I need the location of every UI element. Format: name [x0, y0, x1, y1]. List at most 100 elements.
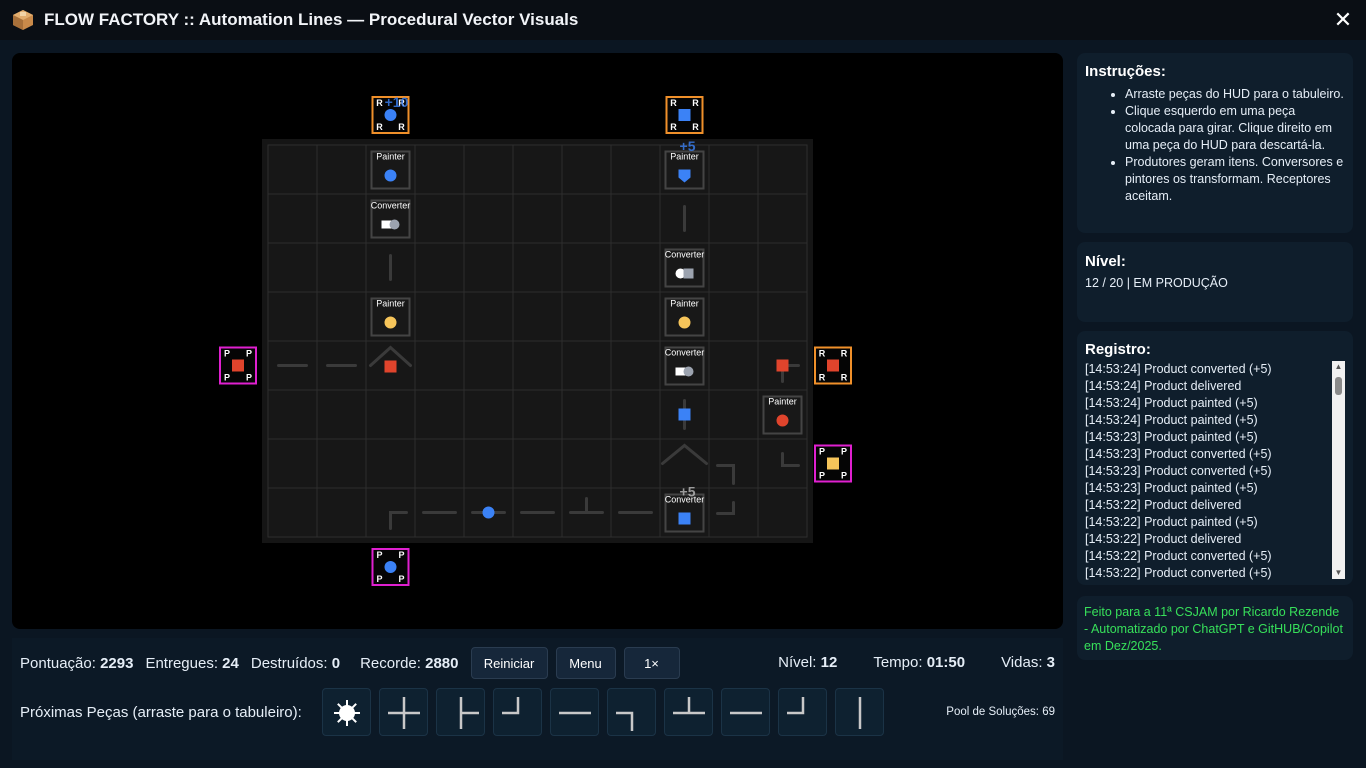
grid-cell [414, 438, 465, 489]
blue-circle [384, 169, 397, 182]
level-title: Nível: [1085, 253, 1126, 270]
grid-cell [757, 193, 808, 244]
speed-button[interactable]: 1× [623, 647, 680, 679]
log-list[interactable]: [14:53:24] Product converted (+5) [14:53:… [1085, 361, 1335, 581]
scroll-thumb[interactable] [1335, 377, 1342, 395]
log-entry: [14:53:24] Product delivered [1085, 379, 1242, 393]
grid-cell [610, 438, 661, 489]
grid-cell [267, 193, 318, 244]
corner-down-right-piece-graphic [616, 711, 634, 731]
window-title: FLOW FACTORY :: Automation Lines — Proce… [44, 10, 579, 29]
log-entry: [14:53:24] Product painted (+5) [1085, 396, 1258, 410]
straight-vertical-piece-graphic [858, 697, 862, 729]
straight-horizontal-piece-graphic [559, 711, 591, 715]
grid-cell [512, 340, 563, 391]
blue-circle [482, 506, 495, 519]
receiver-letter: R [819, 373, 826, 383]
producer-letter: P [841, 447, 847, 457]
red-square [232, 359, 244, 372]
grid-cell [365, 389, 416, 440]
grid-cell [414, 389, 465, 440]
corner-down-right-piece[interactable] [607, 688, 656, 736]
close-icon[interactable]: ✕ [1320, 0, 1366, 40]
receiver-letter: R [841, 349, 848, 359]
producer-letter: P [841, 471, 847, 481]
grid-cell [463, 144, 514, 195]
producer-letter: P [224, 349, 230, 359]
corner-up-left-piece-graphic [502, 697, 520, 715]
grid-cell [757, 487, 808, 538]
restart-button[interactable]: Reiniciar [470, 647, 548, 679]
blue-square [678, 512, 691, 525]
hud-bar: Pontuação: 2293 Entregues: 24 Destruídos… [12, 638, 1063, 760]
grid-cell [708, 340, 759, 391]
grid-cell [708, 193, 759, 244]
grid-cell [610, 242, 661, 293]
log-entry: [14:53:23] Product painted (+5) [1085, 481, 1258, 495]
machine-label: Converter [665, 250, 705, 260]
grid-cell [708, 242, 759, 293]
grid-cell [561, 438, 612, 489]
grid-cell [708, 291, 759, 342]
red-circle [776, 414, 789, 427]
red-square [776, 359, 789, 372]
log-scrollbar[interactable]: ▲ ▼ [1332, 361, 1345, 579]
grid-cell [610, 144, 661, 195]
bomb-icon[interactable] [322, 688, 371, 736]
grid-cell [463, 438, 514, 489]
grid-cell [561, 144, 612, 195]
grid-cell [463, 242, 514, 293]
grid-cell [610, 340, 661, 391]
machine-label: Converter [371, 201, 411, 211]
grid-cell [561, 242, 612, 293]
board-canvas[interactable]: Painter Converter Painter Painter Converter P… [12, 53, 1063, 629]
delivered-value: 24 [222, 654, 239, 672]
grid-cell [267, 144, 318, 195]
game-board[interactable]: Painter Converter Painter Painter Converter P… [12, 53, 1063, 629]
grid-cell [414, 193, 465, 244]
straight-horizontal-piece[interactable] [550, 688, 599, 736]
straight-vertical-piece[interactable] [835, 688, 884, 736]
instruction-item: Produtores geram itens. Conversores e pi… [1125, 154, 1345, 205]
menu-button[interactable]: Menu [555, 647, 616, 679]
grid-cell [316, 193, 367, 244]
grid-cell [316, 291, 367, 342]
scroll-down-icon[interactable]: ▼ [1332, 567, 1345, 579]
straight-horizontal-piece-graphic [730, 711, 762, 715]
receiver-letter: R [376, 98, 383, 108]
receiver-letter: R [670, 98, 677, 108]
score-popup: +5 [680, 484, 696, 500]
title-bar: FLOW FACTORY :: Automation Lines — Proce… [0, 0, 1366, 40]
time-stat: Tempo: 01:50 [873, 654, 966, 671]
straight-horizontal-piece[interactable] [721, 688, 770, 736]
log-entry: [14:53:22] Product converted (+5) [1085, 549, 1272, 563]
grid-cell [316, 487, 367, 538]
destroyed-stat: Destruídos: 0 [250, 654, 341, 672]
corner-up-left-piece[interactable] [493, 688, 542, 736]
delivered-stat: Entregues: 24 [145, 654, 239, 672]
level-status: 12 / 20 | EM PRODUÇÃO [1085, 276, 1228, 290]
white-square-gray-circle [389, 219, 400, 230]
tee-right-piece[interactable] [436, 688, 485, 736]
producer-letter: P [398, 574, 404, 584]
yellow-circle [384, 316, 397, 329]
producer-letter: P [819, 471, 825, 481]
cross-piece[interactable] [379, 688, 428, 736]
grid-cell [463, 389, 514, 440]
grid-cell [757, 291, 808, 342]
corner-up-left-piece[interactable] [778, 688, 827, 736]
scroll-up-icon[interactable]: ▲ [1332, 361, 1345, 373]
receiver-letter: R [692, 122, 699, 132]
grid-cell [512, 291, 563, 342]
score-popup: +10 [385, 94, 409, 110]
receiver-letter: R [841, 373, 848, 383]
grid-cell [414, 340, 465, 391]
grid-cell [414, 291, 465, 342]
machine-label: Painter [768, 397, 797, 407]
white-circle-gray-square [683, 268, 694, 279]
grid-cell [708, 389, 759, 440]
bomb-icon-graphic [334, 700, 360, 726]
grid-cell [757, 242, 808, 293]
tee-up-piece[interactable] [664, 688, 713, 736]
grid-cell [757, 144, 808, 195]
